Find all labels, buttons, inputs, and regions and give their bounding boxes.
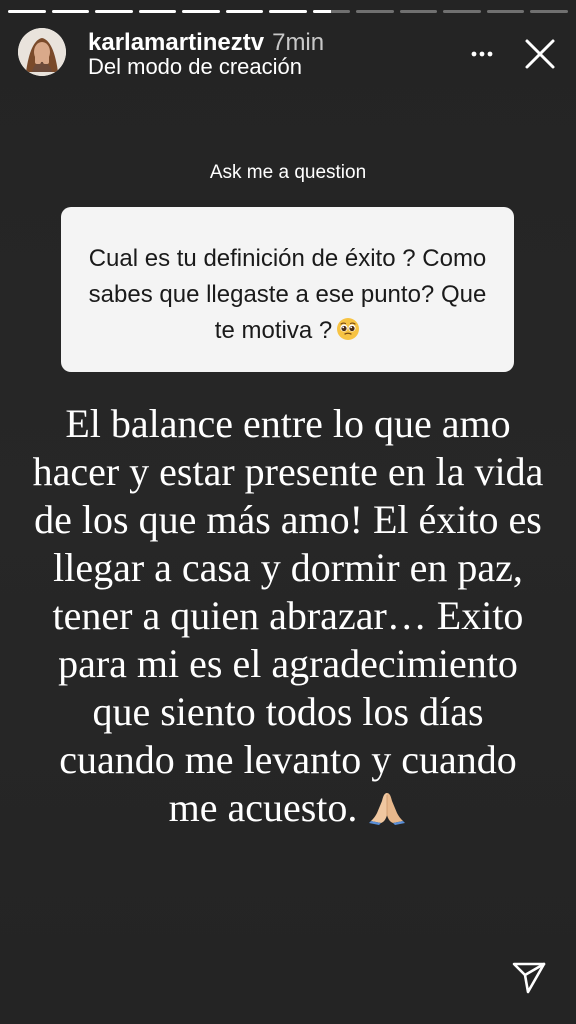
answer-text-block: El balance entre lo que amo hacer y esta… (30, 400, 546, 832)
close-icon (525, 39, 555, 69)
close-button[interactable] (522, 36, 558, 72)
ellipsis-icon (471, 51, 493, 57)
send-icon (512, 962, 546, 994)
question-sticker-card: Cual es tu definición de éxito ? Como sa… (61, 207, 514, 372)
progress-segment (486, 10, 525, 13)
username[interactable]: karlamartineztv (88, 29, 264, 56)
answer-text: El balance entre lo que amo hacer y esta… (32, 401, 544, 830)
progress-segment-fill (312, 10, 332, 13)
progress-segment (138, 10, 177, 13)
folded-hands-icon (369, 793, 406, 825)
story-progress-bar (8, 10, 568, 13)
timestamp: 7min (272, 29, 325, 56)
progress-segment-fill (138, 10, 177, 13)
progress-segment-fill (95, 10, 133, 13)
progress-segment-fill (51, 10, 90, 13)
pleading-face-icon (337, 318, 360, 340)
story-header: karlamartineztv 7min Del modo de creación (18, 28, 558, 80)
progress-segment-fill (8, 10, 46, 13)
more-options-button[interactable] (468, 42, 496, 66)
story-subtitle[interactable]: Del modo de creación (88, 55, 302, 79)
progress-segment (182, 10, 220, 13)
progress-segment (399, 10, 438, 13)
progress-segment (443, 10, 481, 13)
progress-segment (225, 10, 264, 13)
progress-segment (312, 10, 351, 13)
progress-segment (530, 10, 568, 13)
progress-segment-fill (269, 10, 307, 13)
progress-segment-fill (225, 10, 264, 13)
progress-segment (269, 10, 307, 13)
progress-segment (356, 10, 394, 13)
send-button[interactable] (510, 958, 548, 996)
story-viewer[interactable]: karlamartineztv 7min Del modo de creación… (0, 0, 576, 1024)
progress-segment (51, 10, 90, 13)
avatar[interactable] (18, 28, 66, 76)
question-text: Cual es tu definición de éxito ? Como sa… (88, 245, 487, 344)
user-line: karlamartineztv 7min (88, 30, 324, 56)
question-sticker-label: Ask me a question (209, 162, 367, 183)
progress-segment (95, 10, 133, 13)
progress-segment-fill (182, 10, 220, 13)
progress-segment (8, 10, 46, 13)
profile-photo-icon (18, 28, 66, 76)
